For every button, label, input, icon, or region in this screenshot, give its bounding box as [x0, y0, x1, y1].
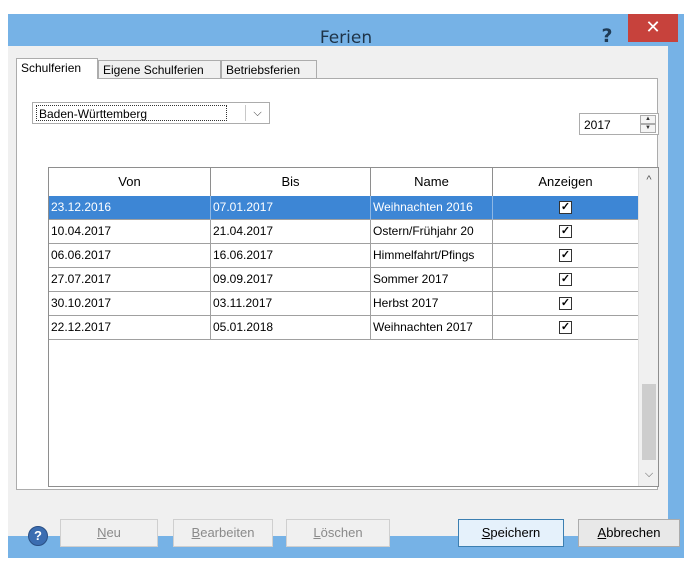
cell-name[interactable]: Himmelfahrt/Pfings [371, 244, 493, 268]
cell-bis[interactable]: 05.01.2018 [211, 316, 371, 340]
cell-anzeigen: ✓ [493, 244, 638, 268]
cell-von[interactable]: 22.12.2017 [49, 316, 211, 340]
spin-down-icon[interactable]: ▼ [640, 124, 656, 133]
tab-eigene-schulferien[interactable]: Eigene Schulferien [98, 60, 221, 78]
tab-schulferien[interactable]: Schulferien [16, 58, 98, 79]
new-button[interactable]: Neu [60, 519, 158, 547]
table-row[interactable]: 06.06.2017 16.06.2017 Himmelfahrt/Pfings ✓ [49, 244, 638, 268]
cell-anzeigen: ✓ [493, 316, 638, 340]
cell-bis[interactable]: 21.04.2017 [211, 220, 371, 244]
cell-von[interactable]: 06.06.2017 [49, 244, 211, 268]
column-header-name[interactable]: Name [371, 168, 493, 196]
show-checkbox[interactable]: ✓ [559, 201, 572, 214]
column-header-anzeigen[interactable]: Anzeigen [493, 168, 638, 196]
cell-anzeigen: ✓ [493, 268, 638, 292]
cell-von[interactable]: 23.12.2016 [49, 196, 211, 220]
cell-von[interactable]: 30.10.2017 [49, 292, 211, 316]
cell-anzeigen: ✓ [493, 220, 638, 244]
table-row[interactable]: 23.12.2016 07.01.2017 Weihnachten 2016 ✓ [49, 196, 638, 220]
column-header-von[interactable]: Von [49, 168, 211, 196]
help-icon[interactable]: ? [28, 526, 48, 546]
scroll-up-icon[interactable]: ^ [639, 168, 658, 192]
table-row[interactable]: 22.12.2017 05.01.2018 Weihnachten 2017 ✓ [49, 316, 638, 340]
edit-button[interactable]: Bearbeiten [173, 519, 273, 547]
cell-anzeigen: ✓ [493, 292, 638, 316]
table-row[interactable]: 27.07.2017 09.09.2017 Sommer 2017 ✓ [49, 268, 638, 292]
cell-name[interactable]: Weihnachten 2017 [371, 316, 493, 340]
year-spinner[interactable]: 2017 ▲ ▼ [579, 113, 659, 135]
show-checkbox[interactable]: ✓ [559, 321, 572, 334]
cell-bis[interactable]: 03.11.2017 [211, 292, 371, 316]
cell-name[interactable]: Herbst 2017 [371, 292, 493, 316]
cell-name[interactable]: Ostern/Frühjahr 20 [371, 220, 493, 244]
state-select[interactable]: Baden-Württemberg ⌵ [32, 102, 270, 124]
table-row[interactable]: 10.04.2017 21.04.2017 Ostern/Frühjahr 20 ✓ [49, 220, 638, 244]
cell-bis[interactable]: 16.06.2017 [211, 244, 371, 268]
chevron-down-icon[interactable]: ⌵ [246, 103, 269, 123]
column-header-bis[interactable]: Bis [211, 168, 371, 196]
state-select-value: Baden-Württemberg [36, 105, 227, 121]
show-checkbox[interactable]: ✓ [559, 297, 572, 310]
cancel-button[interactable]: Abbrechen [578, 519, 680, 547]
tab-betriebsferien[interactable]: Betriebsferien [221, 60, 317, 78]
show-checkbox[interactable]: ✓ [559, 225, 572, 238]
spin-up-icon[interactable]: ▲ [640, 115, 656, 124]
cell-anzeigen: ✓ [493, 196, 638, 220]
year-spinner-buttons: ▲ ▼ [640, 115, 656, 133]
show-checkbox[interactable]: ✓ [559, 249, 572, 262]
window-title: Ferien [319, 28, 373, 48]
vertical-scrollbar[interactable]: ^ ⌵ [638, 168, 658, 486]
scroll-thumb[interactable] [642, 384, 656, 460]
year-value[interactable]: 2017 [584, 117, 611, 133]
holidays-table: Von Bis Name Anzeigen 23.12.2016 07.01.20… [48, 167, 659, 487]
cell-von[interactable]: 27.07.2017 [49, 268, 211, 292]
delete-button[interactable]: Löschen [286, 519, 390, 547]
cell-name[interactable]: Weihnachten 2016 [371, 196, 493, 220]
table-row[interactable]: 30.10.2017 03.11.2017 Herbst 2017 ✓ [49, 292, 638, 316]
cell-name[interactable]: Sommer 2017 [371, 268, 493, 292]
show-checkbox[interactable]: ✓ [559, 273, 572, 286]
close-button[interactable]: ✕ [628, 14, 678, 42]
table-header: Von Bis Name Anzeigen [49, 168, 638, 197]
cell-bis[interactable]: 07.01.2017 [211, 196, 371, 220]
save-button[interactable]: Speichern [458, 519, 564, 547]
scroll-down-icon[interactable]: ⌵ [639, 462, 658, 486]
cell-bis[interactable]: 09.09.2017 [211, 268, 371, 292]
cell-von[interactable]: 10.04.2017 [49, 220, 211, 244]
